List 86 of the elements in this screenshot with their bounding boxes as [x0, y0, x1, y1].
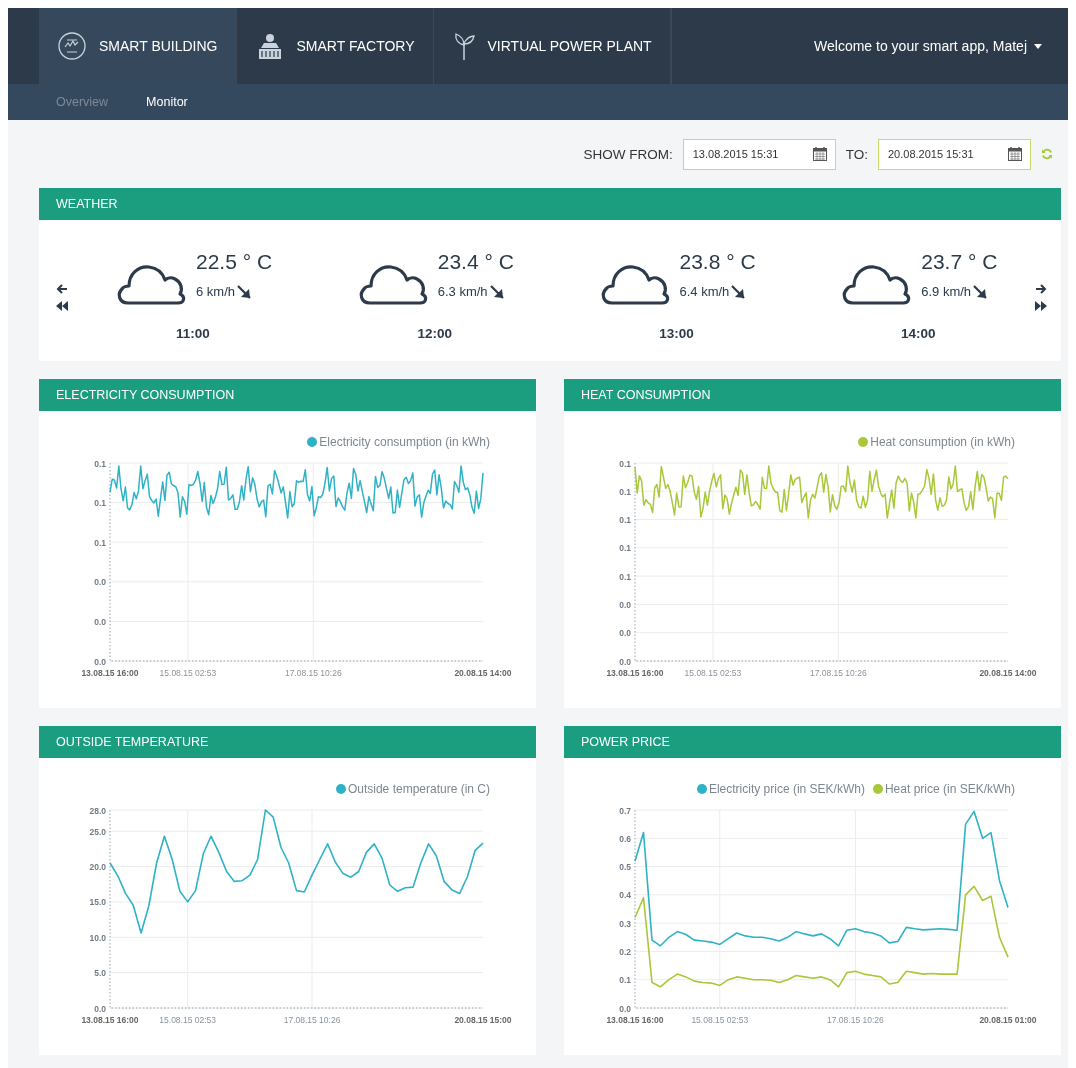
- axis-label: 0.1: [619, 543, 631, 554]
- axis-label: 15.08.15 02:53: [159, 1015, 217, 1025]
- axis-label: 0.7: [619, 805, 631, 816]
- legend-label: Heat price (in SEK/kWh): [884, 782, 1015, 796]
- axis-label: 15.08.15 02:53: [159, 668, 217, 678]
- wind-direction-arrow-icon: [237, 284, 251, 299]
- axis-label: 0.1: [619, 975, 631, 986]
- axis-label: 20.08.15 14:00: [454, 668, 512, 678]
- axis-label: 20.0: [89, 862, 106, 873]
- axis-label: 13.08.15 16:00: [81, 1015, 139, 1025]
- axis-label: 0.3: [619, 918, 631, 929]
- wind-direction-arrow-icon: [489, 284, 504, 299]
- filter-label: SHOW FROM:: [583, 146, 673, 162]
- caret-icon: [1034, 43, 1042, 49]
- axis-label: 0.1: [619, 486, 631, 497]
- circle-emblem-icon: [57, 31, 87, 61]
- axis-label: 15.08.15 02:53: [691, 1015, 749, 1025]
- legend-label: Electricity consumption (in kWh): [319, 435, 490, 449]
- axis-label: 0.1: [619, 458, 631, 469]
- axis-label: 13.08.15 16:00: [606, 668, 664, 678]
- wind-speed: 6 km/h: [196, 284, 235, 299]
- temperature: 22.5 ° C: [196, 250, 273, 274]
- card-header: ELECTRICITY CONSUMPTION: [39, 379, 536, 411]
- temperature: 23.4 ° C: [437, 250, 514, 274]
- temperature: 23.7 ° C: [921, 250, 998, 274]
- axis-label: 0.0: [94, 616, 106, 627]
- axis-label: 0.0: [619, 656, 631, 667]
- axis-label: 0.5: [619, 862, 631, 873]
- axis-label: 25.0: [89, 826, 106, 837]
- axis-label: 20.08.15 15:00: [454, 1015, 512, 1025]
- axis-label: 28.0: [89, 805, 106, 816]
- axis-label: 13.08.15 16:00: [606, 1015, 664, 1025]
- axis-label: 20.08.15 01:00: [979, 1015, 1037, 1025]
- axis-label: 0.1: [94, 458, 106, 469]
- axis-label: 0.6: [619, 833, 631, 844]
- axis-label: 0.0: [619, 628, 631, 639]
- axis-label: 17.08.15 10:26: [827, 1015, 884, 1025]
- axis-label: 5.0: [94, 968, 106, 979]
- axis-label: 0.1: [94, 537, 106, 548]
- left-arrow-icon[interactable]: [56, 282, 68, 295]
- legend-label: Heat consumption (in kWh): [870, 435, 1015, 449]
- card-header: WEATHER: [39, 188, 1061, 220]
- forecast-time: 13:00: [658, 326, 695, 341]
- axis-label: 0.0: [94, 577, 106, 588]
- filter-label: TO:: [845, 146, 868, 162]
- axis-label: 15.0: [89, 897, 106, 908]
- axis-label: 0.1: [619, 571, 631, 582]
- subnav-link[interactable]: Monitor: [146, 95, 188, 109]
- legend-label: Outside temperature (in C): [347, 782, 490, 796]
- axis-label: 15.08.15 02:53: [684, 668, 742, 678]
- wind-speed: 6.9 km/h: [921, 284, 972, 299]
- forecast-time: 12:00: [416, 326, 453, 341]
- date-field[interactable]: 13.08.2015 15:31: [682, 138, 836, 170]
- nav-tab[interactable]: SMART BUILDING: [39, 8, 237, 84]
- user-menu[interactable]: Welcome to your smart app, Matej: [814, 8, 1068, 84]
- axis-label: 0.2: [619, 946, 631, 957]
- axis-label: 13.08.15 16:00: [81, 668, 139, 678]
- axis-label: 17.08.15 10:26: [283, 1015, 341, 1025]
- wind-speed: 6.3 km/h: [437, 284, 488, 299]
- axis-label: 20.08.15 14:00: [979, 668, 1037, 678]
- forecast-time: 11:00: [175, 326, 211, 341]
- fast-forward-icon[interactable]: [1035, 300, 1047, 311]
- axis-label: 0.1: [619, 515, 631, 526]
- card-header: OUTSIDE TEMPERATURE: [39, 726, 536, 758]
- rewind-icon[interactable]: [56, 300, 68, 311]
- wind-speed: 6.4 km/h: [679, 284, 730, 299]
- axis-label: 0.0: [619, 1003, 631, 1014]
- temperature: 23.8 ° C: [679, 250, 756, 274]
- axis-label: 0.4: [619, 890, 631, 901]
- calendar-icon[interactable]: [1008, 146, 1022, 161]
- right-arrow-icon[interactable]: [1035, 282, 1047, 295]
- date-field[interactable]: 20.08.2015 15:31: [878, 138, 1031, 170]
- axis-label: 0.0: [94, 656, 106, 667]
- wind-direction-arrow-icon: [731, 284, 746, 299]
- axis-label: 10.0: [89, 932, 106, 943]
- card-header: HEAT CONSUMPTION: [564, 379, 1061, 411]
- forecast-time: 14:00: [900, 326, 937, 341]
- calendar-icon[interactable]: [812, 146, 827, 161]
- axis-label: 0.0: [619, 599, 631, 610]
- axis-label: 0.1: [94, 498, 106, 509]
- axis-label: 17.08.15 10:26: [284, 668, 342, 678]
- wind-direction-arrow-icon: [973, 284, 988, 299]
- axis-label: 17.08.15 10:26: [809, 668, 867, 678]
- card-header: POWER PRICE: [564, 726, 1061, 758]
- legend-label: Electricity price (in SEK/kWh): [708, 782, 865, 796]
- axis-label: 0.0: [94, 1003, 106, 1014]
